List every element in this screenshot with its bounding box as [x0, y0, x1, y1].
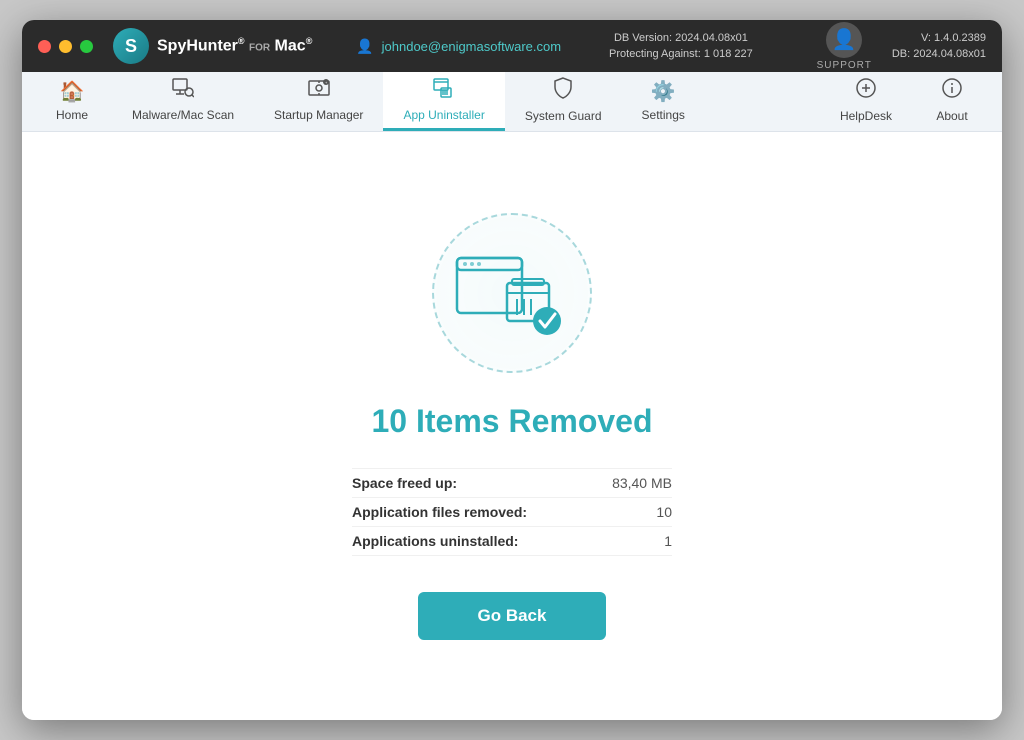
nav-malware-label: Malware/Mac Scan: [132, 108, 234, 122]
db-info: DB Version: 2024.04.08x01 Protecting Aga…: [609, 30, 753, 63]
stat-space-label: Space freed up:: [352, 475, 457, 491]
protecting-label: Protecting Against: 1 018 227: [609, 46, 753, 63]
db-version-number: DB: 2024.04.08x01: [892, 46, 986, 63]
app-window: S SpyHunter® FOR Mac® 👤 johndoe@enigmaso…: [22, 20, 1002, 720]
stat-apps-value: 1: [664, 533, 672, 549]
nav-helpdesk-label: HelpDesk: [840, 109, 892, 123]
home-icon: 🏠: [60, 79, 85, 104]
nav-uninstaller-label: App Uninstaller: [403, 108, 484, 122]
nav-systemguard[interactable]: System Guard: [505, 72, 622, 131]
uninstaller-icon: [433, 78, 455, 104]
settings-icon: ⚙️: [651, 79, 676, 104]
scan-icon: [172, 78, 194, 104]
user-icon: 👤: [356, 38, 373, 55]
nav-malware[interactable]: Malware/Mac Scan: [112, 72, 254, 131]
nav-home-label: Home: [56, 108, 88, 122]
titlebar-center: 👤 johndoe@enigmasoftware.com DB Version:…: [322, 30, 786, 63]
nav-home[interactable]: 🏠 Home: [32, 72, 112, 131]
titlebar: S SpyHunter® FOR Mac® 👤 johndoe@enigmaso…: [22, 20, 1002, 72]
stat-files-value: 10: [656, 504, 672, 520]
close-button[interactable]: [38, 40, 51, 53]
logo-text: SpyHunter® FOR Mac®: [157, 37, 312, 54]
logo-icon: S: [113, 28, 149, 64]
traffic-lights: [38, 40, 93, 53]
nav-uninstaller[interactable]: App Uninstaller: [383, 72, 504, 131]
navbar: 🏠 Home Malware/Mac Scan: [22, 72, 1002, 132]
nav-settings[interactable]: ⚙️ Settings: [622, 72, 705, 131]
uninstall-success-illustration: [452, 243, 572, 343]
minimize-button[interactable]: [59, 40, 72, 53]
stat-space-value: 83,40 MB: [612, 475, 672, 491]
db-version: DB Version: 2024.04.08x01: [609, 30, 753, 47]
nav-right: HelpDesk About: [820, 72, 992, 131]
main-content: 10 Items Removed Space freed up: 83,40 M…: [22, 132, 1002, 720]
success-icon-container: [432, 213, 592, 373]
support-icon: 👤: [826, 22, 862, 58]
version-info: V: 1.4.0.2389 DB: 2024.04.08x01: [892, 30, 986, 63]
items-removed-title: 10 Items Removed: [371, 403, 652, 440]
person-icon: 👤: [832, 27, 857, 52]
startup-icon: +: [308, 78, 330, 104]
nav-about-label: About: [936, 109, 967, 123]
nav-startup[interactable]: + Startup Manager: [254, 72, 383, 131]
go-back-button[interactable]: Go Back: [418, 592, 607, 640]
support-label: SUPPORT: [817, 60, 872, 71]
about-icon: [941, 77, 963, 105]
version-number: V: 1.4.0.2389: [892, 30, 986, 47]
nav-about[interactable]: About: [912, 72, 992, 131]
stat-row-space: Space freed up: 83,40 MB: [352, 468, 672, 497]
stats-table: Space freed up: 83,40 MB Application fil…: [352, 468, 672, 556]
stat-row-files: Application files removed: 10: [352, 497, 672, 526]
logo-name: SpyHunter® FOR Mac®: [157, 37, 312, 54]
logo-section: S SpyHunter® FOR Mac®: [113, 28, 312, 64]
nav-settings-label: Settings: [642, 108, 685, 122]
nav-spacer: [705, 72, 820, 131]
systemguard-icon: [553, 77, 573, 105]
nav-startup-label: Startup Manager: [274, 108, 363, 122]
stat-files-label: Application files removed:: [352, 504, 527, 520]
helpdesk-icon: [855, 77, 877, 105]
nav-helpdesk[interactable]: HelpDesk: [820, 72, 912, 131]
nav-systemguard-label: System Guard: [525, 109, 602, 123]
user-email: johndoe@enigmasoftware.com: [382, 39, 561, 54]
stat-apps-label: Applications uninstalled:: [352, 533, 518, 549]
stat-row-apps: Applications uninstalled: 1: [352, 526, 672, 556]
support-button[interactable]: 👤 SUPPORT: [817, 22, 872, 71]
maximize-button[interactable]: [80, 40, 93, 53]
